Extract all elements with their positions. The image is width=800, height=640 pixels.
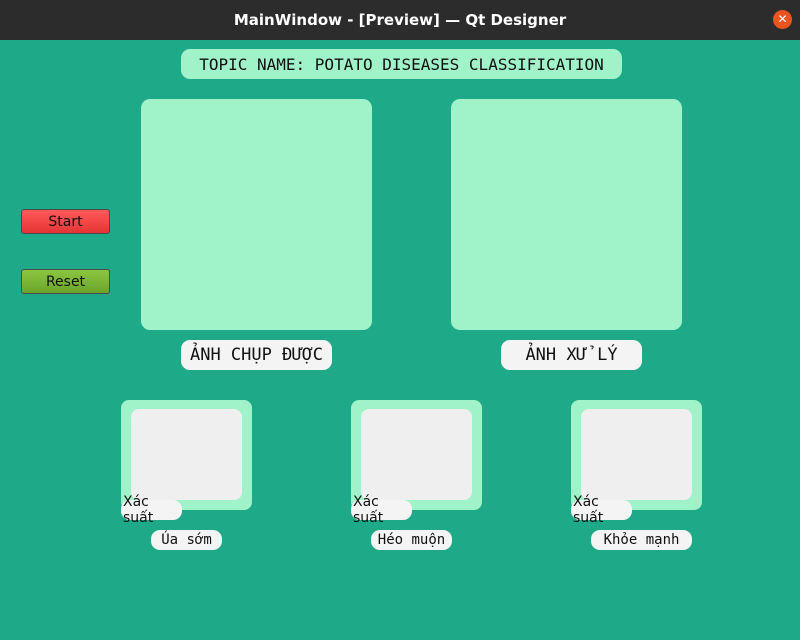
class-result-display [361,409,472,500]
processed-image-label: ẢNH XỬ LÝ [501,340,642,370]
window-title: MainWindow - [Preview] — Qt Designer [233,11,567,29]
class-result-display [131,409,242,500]
reset-button[interactable]: Reset [21,269,110,294]
captured-image-panel [141,99,372,330]
class-name-label: Khỏe mạnh [591,530,692,550]
window-titlebar: MainWindow - [Preview] — Qt Designer ✕ [0,0,800,40]
probability-label: Xác suất [571,494,632,526]
close-button[interactable]: ✕ [773,10,792,29]
class-name-label: Úa sớm [151,530,222,550]
class-name-label: Héo muộn [371,530,452,550]
close-icon: ✕ [777,12,788,26]
captured-image-label: ẢNH CHỤP ĐƯỢC [181,340,332,370]
topic-title: TOPIC NAME: POTATO DISEASES CLASSIFICATI… [181,49,622,79]
probability-label: Xác suất [121,494,182,526]
probability-label: Xác suất [351,494,412,526]
start-button[interactable]: Start [21,209,110,234]
class-result-display [581,409,692,500]
processed-image-panel [451,99,682,330]
